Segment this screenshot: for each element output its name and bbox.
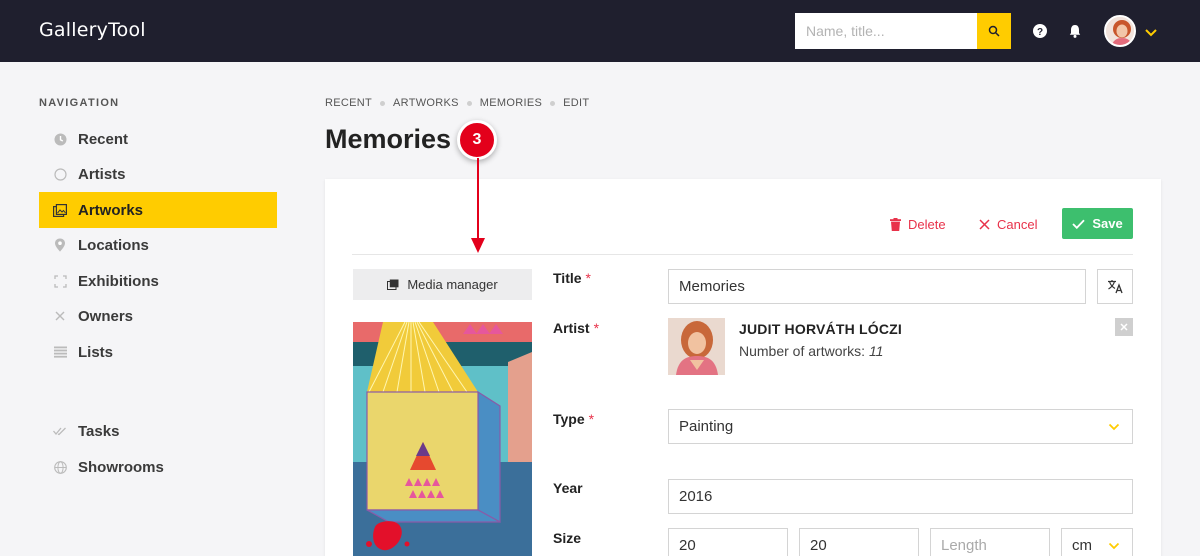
breadcrumb-item-recent[interactable]: RECENT: [325, 97, 372, 109]
sidebar-item-label: Showrooms: [78, 458, 164, 476]
sidebar-item-locations[interactable]: Locations: [39, 227, 277, 263]
app-brand[interactable]: GalleryTool: [39, 19, 146, 41]
image-icon: [53, 203, 67, 217]
chevron-down-icon: [1145, 29, 1157, 37]
sidebar-item-label: Owners: [78, 307, 134, 325]
remove-artist-button[interactable]: [1115, 318, 1133, 336]
delete-button[interactable]: Delete: [890, 211, 946, 237]
card-divider: [352, 254, 1133, 255]
nav-heading: NAVIGATION: [39, 97, 120, 109]
size-unit-select[interactable]: cm: [1061, 528, 1133, 556]
svg-text:?: ?: [1037, 27, 1043, 38]
images-icon: [387, 279, 399, 290]
sidebar-item-exhibitions[interactable]: Exhibitions: [39, 263, 277, 299]
artist-artwork-count: Number of artworks: 11: [739, 343, 884, 359]
sidebar-item-lists[interactable]: Lists: [39, 334, 277, 370]
artist-photo: [668, 318, 725, 375]
required-mark: *: [585, 270, 591, 286]
title-field[interactable]: Memories: [668, 269, 1086, 304]
artist-name[interactable]: JUDIT HORVÁTH LÓCZI: [739, 321, 902, 337]
sidebar-item-owners[interactable]: Owners: [39, 298, 277, 334]
circle-icon: [53, 167, 67, 181]
close-icon: [979, 218, 990, 230]
artwork-image[interactable]: [353, 322, 532, 556]
year-field[interactable]: 2016: [668, 479, 1133, 514]
sidebar-item-label: Exhibitions: [78, 272, 159, 290]
clock-icon: [53, 132, 67, 146]
delete-label: Delete: [908, 216, 946, 232]
search-button[interactable]: [977, 13, 1011, 49]
breadcrumb-item-memories[interactable]: MEMORIES: [480, 97, 542, 109]
type-select[interactable]: Painting: [668, 409, 1133, 444]
translate-button[interactable]: [1097, 269, 1133, 304]
year-label: Year: [553, 480, 583, 496]
search-input[interactable]: [795, 13, 977, 49]
help-icon: ?: [1033, 24, 1047, 38]
breadcrumb-item-artworks[interactable]: ARTWORKS: [393, 97, 459, 109]
sidebar-item-tasks[interactable]: Tasks: [39, 413, 277, 449]
save-label: Save: [1092, 216, 1123, 231]
search-box: [795, 13, 1011, 49]
map-pin-icon: [53, 238, 67, 252]
sidebar-item-artists[interactable]: Artists: [39, 156, 277, 192]
sidebar-item-label: Tasks: [78, 422, 120, 440]
step-callout-badge: 3: [457, 120, 497, 160]
page-title: Memories: [325, 124, 452, 154]
top-bar: [0, 0, 1200, 62]
chevron-down-icon: [1108, 542, 1120, 550]
check-icon: [1072, 219, 1085, 229]
frame-icon: [53, 274, 67, 288]
breadcrumb: RECENT ARTWORKS MEMORIES EDIT: [325, 97, 589, 109]
account-menu-toggle[interactable]: [1143, 24, 1159, 40]
size-length-field[interactable]: Length: [930, 528, 1050, 556]
type-selected-value: Painting: [679, 418, 734, 435]
breadcrumb-separator: [550, 100, 556, 106]
required-mark: *: [588, 411, 595, 427]
sidebar-item-label: Artists: [78, 165, 126, 183]
breadcrumb-separator: [466, 100, 472, 106]
sidebar-item-showrooms[interactable]: Showrooms: [39, 449, 277, 485]
search-icon: [988, 25, 1000, 37]
size-label: Size: [553, 530, 582, 546]
bell-icon: [1069, 25, 1081, 38]
title-label: Title *: [553, 270, 591, 286]
callout-arrow: [471, 158, 485, 253]
globe-icon: [53, 460, 67, 474]
artist-label: Artist *: [553, 320, 600, 336]
notifications-button[interactable]: [1065, 21, 1085, 41]
breadcrumb-item-edit: EDIT: [563, 97, 590, 109]
sidebar-item-label: Locations: [78, 236, 149, 254]
artwork-painting: [353, 322, 532, 556]
help-button[interactable]: ?: [1030, 21, 1050, 41]
sidebar-item-label: Lists: [78, 343, 114, 361]
list-icon: [53, 345, 67, 359]
sidebar-item-label: Recent: [78, 130, 129, 148]
cancel-label: Cancel: [997, 216, 1038, 232]
sidebar-item-recent[interactable]: Recent: [39, 121, 277, 157]
sidebar-item-label: Artworks: [78, 201, 144, 219]
sidebar-item-artworks[interactable]: Artworks: [39, 192, 277, 228]
save-button[interactable]: Save: [1062, 208, 1133, 239]
artist-count-value: 11: [868, 343, 884, 359]
cancel-button[interactable]: Cancel: [979, 211, 1037, 237]
double-check-icon: [53, 424, 67, 438]
size-height-field[interactable]: 20: [799, 528, 919, 556]
media-manager-label: Media manager: [407, 277, 498, 292]
user-avatar[interactable]: [1104, 15, 1136, 47]
close-icon: [1120, 323, 1128, 331]
required-mark: *: [593, 320, 600, 336]
translate-icon: [1107, 280, 1123, 294]
type-label: Type *: [553, 411, 595, 427]
breadcrumb-separator: [380, 100, 386, 106]
size-width-field[interactable]: 20: [668, 528, 788, 556]
trash-icon: [890, 217, 901, 231]
size-unit-value: cm: [1072, 537, 1092, 554]
chevron-down-icon: [1108, 423, 1120, 431]
media-manager-button[interactable]: Media manager: [353, 269, 532, 300]
x-icon: [53, 309, 67, 323]
